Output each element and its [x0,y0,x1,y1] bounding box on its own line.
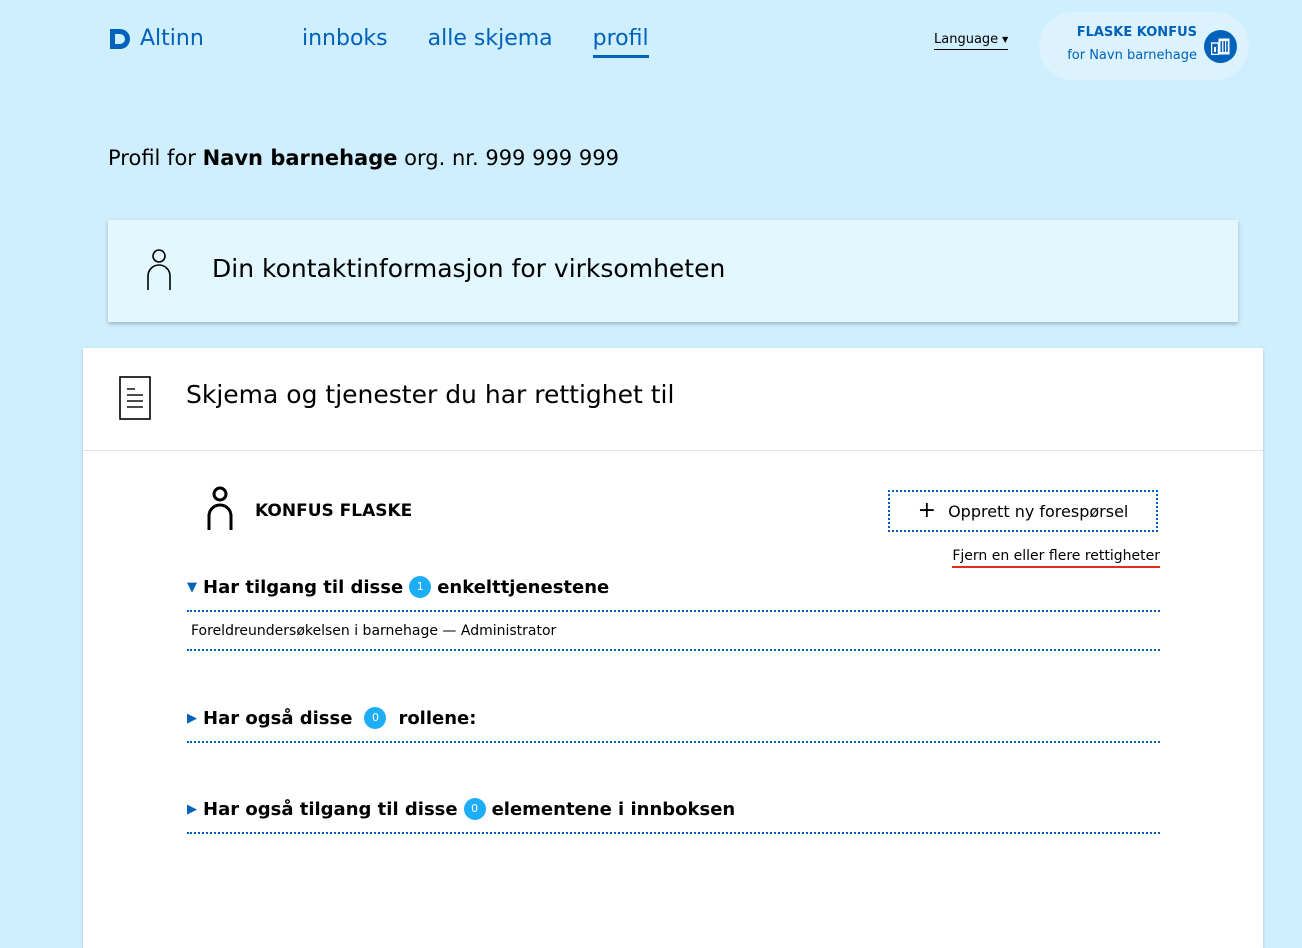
section-roles-toggle[interactable]: ▶ Har også disse 0 rollene: [187,707,476,729]
section-services-suffix: enkelttjenestene [437,576,610,598]
section-roles-prefix: Har også disse [203,707,353,729]
section-inbox-toggle[interactable]: ▶ Har også tilgang til disse 0 elementen… [187,798,735,820]
person-name: KONFUS FLASKE [255,501,413,521]
divider [187,741,1160,743]
section-roles-suffix: rollene: [398,707,477,729]
rights-title: Skjema og tjenester du har rettighet til [186,380,675,409]
divider [187,610,1160,612]
title-org: Navn barnehage [202,146,398,170]
rights-header[interactable]: Skjema og tjenester du har rettighet til [83,348,1263,451]
language-dropdown[interactable]: Language ▼ [934,32,1009,50]
nav-alle-skjema[interactable]: alle skjema [428,26,553,58]
section-services-prefix: Har tilgang til disse [203,576,404,598]
section-inbox-prefix: Har også tilgang til disse [203,798,458,820]
logo-text: Altinn [140,26,204,51]
section-services-toggle[interactable]: ▼ Har tilgang til disse 1 enkelttjeneste… [187,576,609,598]
triangle-down-icon: ▼ [187,579,197,595]
altinn-logo[interactable]: Altinn [108,26,204,51]
document-icon [119,376,151,420]
nav-innboks[interactable]: innboks [302,26,388,58]
person-icon [207,486,233,530]
user-name: FLASKE KONFUS [1076,25,1197,40]
person-icon [147,249,171,290]
user-org: for Navn barnehage [1067,48,1197,63]
contact-info-card[interactable]: Din kontaktinformasjon for virksomheten [108,220,1238,322]
title-orgnr: org. nr. 999 999 999 [404,146,619,170]
user-menu[interactable]: FLASKE KONFUS for Navn barnehage [1039,12,1249,80]
contact-title: Din kontaktinformasjon for virksomheten [212,254,726,283]
nav-profil[interactable]: profil [592,26,649,58]
count-badge: 1 [409,576,432,598]
new-request-label: Opprett ny forespørsel [948,501,1129,521]
altinn-logo-icon [110,28,130,49]
section-inbox-suffix: elementene i innboksen [491,798,736,820]
divider [187,649,1160,651]
plus-icon: + [917,498,937,523]
remove-rights-link[interactable]: Fjern en eller flere rettigheter [952,548,1160,568]
divider [187,832,1160,834]
count-badge: 0 [463,798,486,820]
count-badge: 0 [364,707,387,729]
page-title: Profil for Navn barnehage org. nr. 999 9… [108,146,619,170]
title-prefix: Profil for [108,146,196,170]
new-request-button[interactable]: + Opprett ny forespørsel [888,490,1158,532]
main-nav: innboks alle skjema profil [302,26,649,58]
triangle-right-icon: ▶ [187,710,197,726]
rights-panel: Skjema og tjenester du har rettighet til… [83,348,1263,948]
service-item: Foreldreundersøkelsen i barnehage — Admi… [191,623,557,639]
triangle-right-icon: ▶ [187,801,197,817]
caret-down-icon: ▼ [1002,35,1009,44]
building-icon [1204,30,1237,63]
language-label: Language [934,32,999,47]
